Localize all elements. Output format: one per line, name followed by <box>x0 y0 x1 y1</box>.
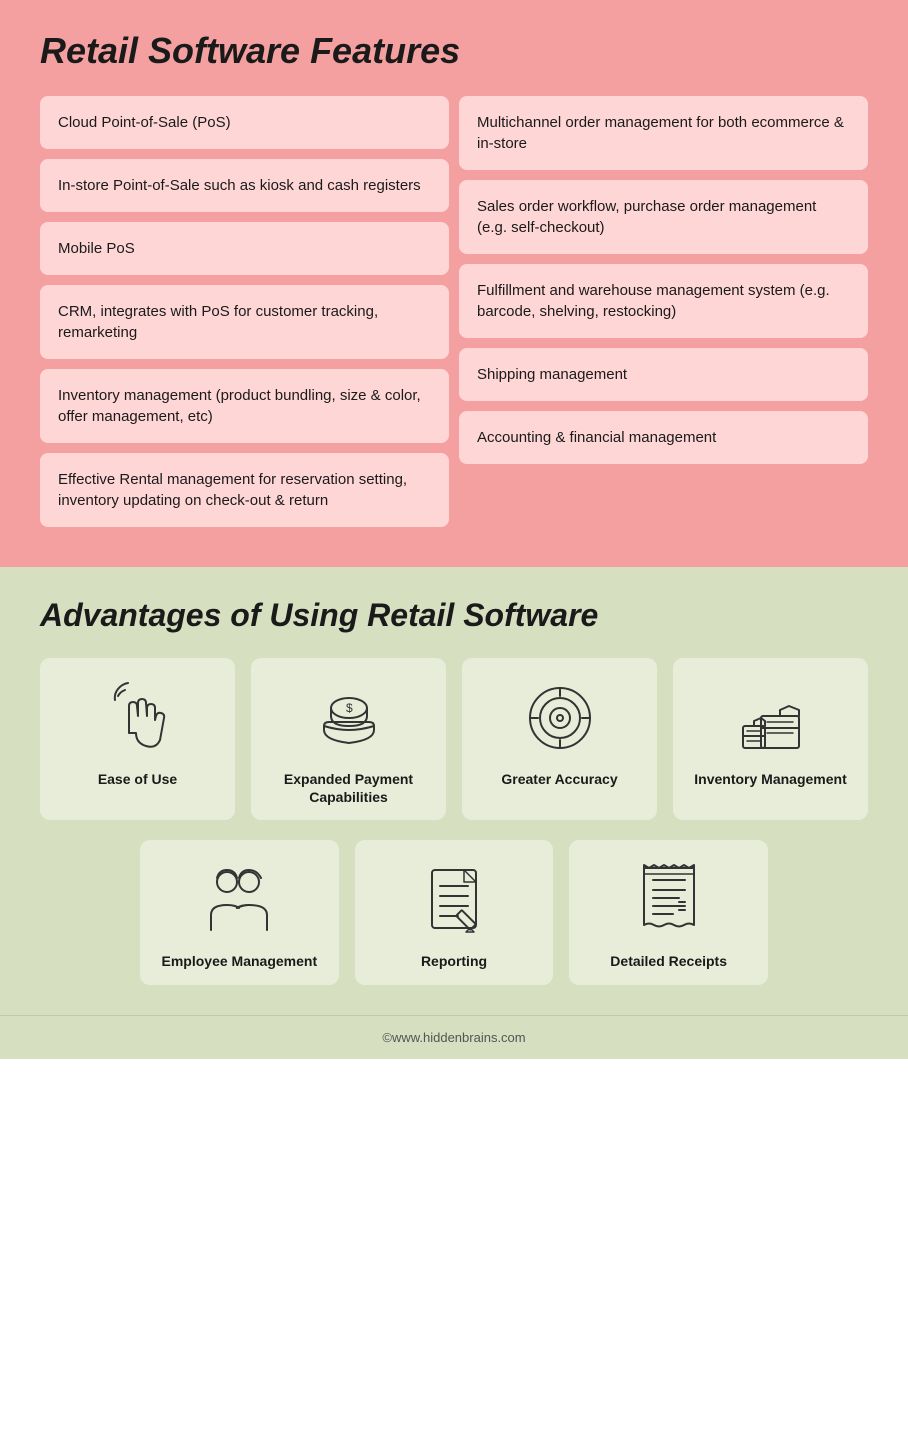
feature-card-left: In-store Point-of-Sale such as kiosk and… <box>40 159 449 212</box>
main-title: Retail Software Features <box>40 30 868 72</box>
top-section: Retail Software Features Cloud Point-of-… <box>0 0 908 567</box>
feature-card-left: Cloud Point-of-Sale (PoS) <box>40 96 449 149</box>
feature-card-right: Shipping management <box>459 348 868 401</box>
footer-text: ©www.hiddenbrains.com <box>382 1030 525 1045</box>
advantage-card: Reporting <box>355 840 554 984</box>
advantage-label: Greater Accuracy <box>501 770 617 788</box>
advantage-label: Detailed Receipts <box>610 952 727 970</box>
feature-card-right: Accounting & financial management <box>459 411 868 464</box>
advantage-label: Employee Management <box>162 952 318 970</box>
hand-icon <box>98 678 178 758</box>
advantage-card: Inventory Management <box>673 658 868 820</box>
advantage-label: Ease of Use <box>98 770 177 788</box>
footer: ©www.hiddenbrains.com <box>0 1015 908 1059</box>
advantage-label: Inventory Management <box>694 770 846 788</box>
bottom-section: Advantages of Using Retail Software Ease… <box>0 567 908 1015</box>
advantage-card: Employee Management <box>140 840 339 984</box>
advantages-row-1: Ease of Use $ Expanded Payment Capabilit… <box>40 658 868 820</box>
feature-card-left: Mobile PoS <box>40 222 449 275</box>
employees-icon <box>199 860 279 940</box>
svg-text:$: $ <box>346 701 353 715</box>
feature-card-left: Inventory management (product bundling, … <box>40 369 449 443</box>
payment-icon: $ <box>309 678 389 758</box>
advantage-label: Reporting <box>421 952 487 970</box>
feature-card-left: Effective Rental management for reservat… <box>40 453 449 527</box>
target-icon <box>520 678 600 758</box>
feature-card-right: Fulfillment and warehouse management sys… <box>459 264 868 338</box>
advantages-row-2: Employee Management Reporting <box>40 840 868 984</box>
features-grid: Cloud Point-of-Sale (PoS) In-store Point-… <box>40 96 868 527</box>
advantages-title: Advantages of Using Retail Software <box>40 597 868 634</box>
advantage-card: Detailed Receipts <box>569 840 768 984</box>
advantage-label: Expanded Payment Capabilities <box>261 770 436 806</box>
feature-card-right: Sales order workflow, purchase order man… <box>459 180 868 254</box>
features-left-col: Cloud Point-of-Sale (PoS) In-store Point-… <box>40 96 449 527</box>
feature-card-left: CRM, integrates with PoS for customer tr… <box>40 285 449 359</box>
feature-card-right: Multichannel order management for both e… <box>459 96 868 170</box>
advantage-card: $ Expanded Payment Capabilities <box>251 658 446 820</box>
inventory-icon <box>731 678 811 758</box>
advantage-card: Greater Accuracy <box>462 658 657 820</box>
features-right-col: Multichannel order management for both e… <box>459 96 868 527</box>
advantage-card: Ease of Use <box>40 658 235 820</box>
receipt-icon <box>629 860 709 940</box>
report-icon <box>414 860 494 940</box>
